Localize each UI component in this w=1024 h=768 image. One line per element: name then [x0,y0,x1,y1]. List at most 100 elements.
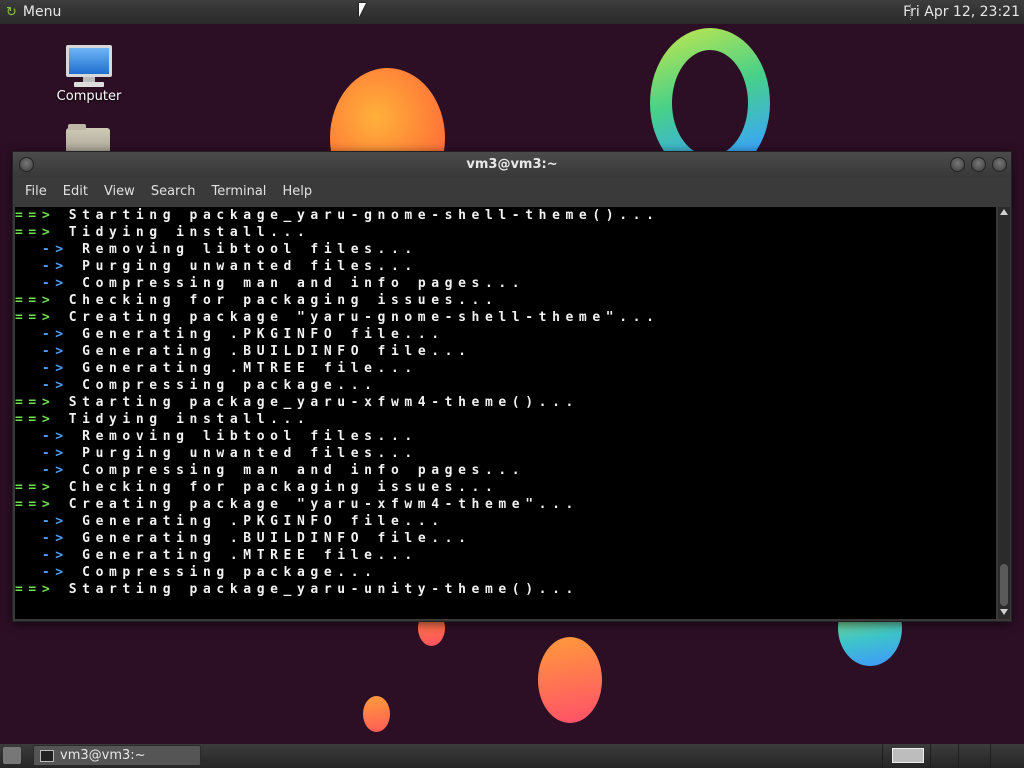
line-text: Compressing package... [82,565,378,580]
terminal-output[interactable]: ==> Starting package_yaru-gnome-shell-th… [15,207,996,619]
line-prefix: ==> [15,395,56,410]
desktop-icon-label: Computer [56,89,122,104]
menu-label: Menu [22,4,62,20]
menu-terminal[interactable]: Terminal [203,177,274,207]
line-prefix: -> [15,327,69,342]
desktop-icon-computer[interactable]: Computer [55,45,123,104]
line-prefix: ==> [15,310,56,325]
line-text: Checking for packaging issues... [68,293,499,308]
close-button[interactable] [992,157,1007,172]
line-text: Creating package "yaru-gnome-shell-theme… [68,310,660,325]
workspace-switcher-active[interactable] [892,748,924,763]
terminal-line: ==> Tidying install... [15,224,996,241]
menu-button[interactable]: ↻ Menu [0,0,67,24]
line-prefix: ==> [15,480,56,495]
line-prefix: -> [15,344,69,359]
line-prefix: ==> [15,497,56,512]
line-text: Generating .PKGINFO file... [82,327,445,342]
line-prefix: -> [15,565,69,580]
line-text: Purging unwanted files... [82,259,418,274]
line-text: Compressing package... [82,378,378,393]
terminal-line: -> Generating .PKGINFO file... [15,326,996,343]
terminal-line: ==> Starting package_yaru-xfwm4-theme().… [15,394,996,411]
terminal-line: ==> Starting package_yaru-gnome-shell-th… [15,207,996,224]
menu-edit[interactable]: Edit [55,177,96,207]
line-prefix: ==> [15,208,56,223]
line-prefix: ==> [15,225,56,240]
terminal-line: -> Compressing package... [15,377,996,394]
terminal-line: -> Purging unwanted files... [15,445,996,462]
taskbar-item-label: vm3@vm3:~ [60,748,146,763]
line-text: Generating .MTREE file... [82,361,418,376]
line-prefix: -> [15,429,69,444]
terminal-line: ==> Creating package "yaru-xfwm4-theme".… [15,496,996,513]
line-text: Creating package "yaru-xfwm4-theme"... [68,497,579,512]
terminal-line: -> Compressing man and info pages... [15,275,996,292]
terminal-line: -> Generating .BUILDINFO file... [15,530,996,547]
terminal-line: ==> Checking for packaging issues... [15,479,996,496]
line-prefix: -> [15,531,69,546]
line-text: Starting package_yaru-gnome-shell-theme(… [68,208,660,223]
line-text: Tidying install... [68,225,311,240]
line-text: Removing libtool files... [82,429,418,444]
line-text: Removing libtool files... [82,242,418,257]
terminal-line: -> Generating .BUILDINFO file... [15,343,996,360]
line-prefix: -> [15,378,69,393]
terminal-window: vm3@vm3:~ File Edit View Search Terminal… [12,151,1012,622]
terminal-line: -> Generating .MTREE file... [15,360,996,377]
line-prefix: -> [15,463,69,478]
line-text: Generating .MTREE file... [82,548,418,563]
line-prefix: -> [15,259,69,274]
terminal-line: ==> Tidying install... [15,411,996,428]
line-text: Checking for packaging issues... [68,480,499,495]
terminal-line: -> Removing libtool files... [15,428,996,445]
scrollbar-thumb[interactable] [1000,564,1008,606]
terminal-line: ==> Creating package "yaru-gnome-shell-t… [15,309,996,326]
wallpaper-small-blob [363,696,390,732]
terminal-line: -> Compressing package... [15,564,996,581]
line-prefix: -> [15,514,69,529]
menu-view[interactable]: View [96,177,143,207]
menu-help[interactable]: Help [274,177,320,207]
line-prefix: -> [15,276,69,291]
window-menu-button[interactable] [19,157,34,172]
line-text: Generating .BUILDINFO file... [82,344,472,359]
terminal-line: ==> Checking for packaging issues... [15,292,996,309]
terminal-menubar: File Edit View Search Terminal Help [13,177,1011,207]
menu-file[interactable]: File [17,177,55,207]
line-prefix: ==> [15,582,56,597]
terminal-icon [40,749,54,762]
line-text: Purging unwanted files... [82,446,418,461]
line-text: Generating .PKGINFO file... [82,514,445,529]
line-text: Compressing man and info pages... [82,463,526,478]
mint-menu-icon: ↻ [6,4,17,20]
maximize-button[interactable] [971,157,986,172]
clock[interactable]: Fri Apr 12, 23:21 [903,0,1020,24]
taskbar-item-terminal[interactable]: vm3@vm3:~ [33,745,201,766]
line-prefix: ==> [15,412,56,427]
line-text: Tidying install... [68,412,311,427]
window-titlebar[interactable]: vm3@vm3:~ [13,152,1011,177]
line-prefix: -> [15,548,69,563]
minimize-button[interactable] [950,157,965,172]
scroll-down-icon[interactable] [1000,609,1008,615]
mouse-cursor-icon [359,3,366,17]
line-text: Starting package_yaru-unity-theme()... [68,582,579,597]
menu-search[interactable]: Search [143,177,204,207]
line-prefix: -> [15,242,69,257]
terminal-scrollbar[interactable] [998,207,1010,619]
terminal-line: -> Generating .MTREE file... [15,547,996,564]
bottom-panel: vm3@vm3:~ [0,744,1024,768]
terminal-line: -> Purging unwanted files... [15,258,996,275]
window-title: vm3@vm3:~ [466,157,558,172]
show-desktop-button[interactable] [3,747,21,764]
top-panel: ↻ Menu Fri Apr 12, 23:21 [0,0,1024,24]
scroll-up-icon[interactable] [1000,209,1008,215]
line-prefix: -> [15,361,69,376]
line-text: Generating .BUILDINFO file... [82,531,472,546]
line-prefix: ==> [15,293,56,308]
line-text: Compressing man and info pages... [82,276,526,291]
terminal-line: ==> Starting package_yaru-unity-theme().… [15,581,996,598]
terminal-line: -> Compressing man and info pages... [15,462,996,479]
line-prefix: -> [15,446,69,461]
